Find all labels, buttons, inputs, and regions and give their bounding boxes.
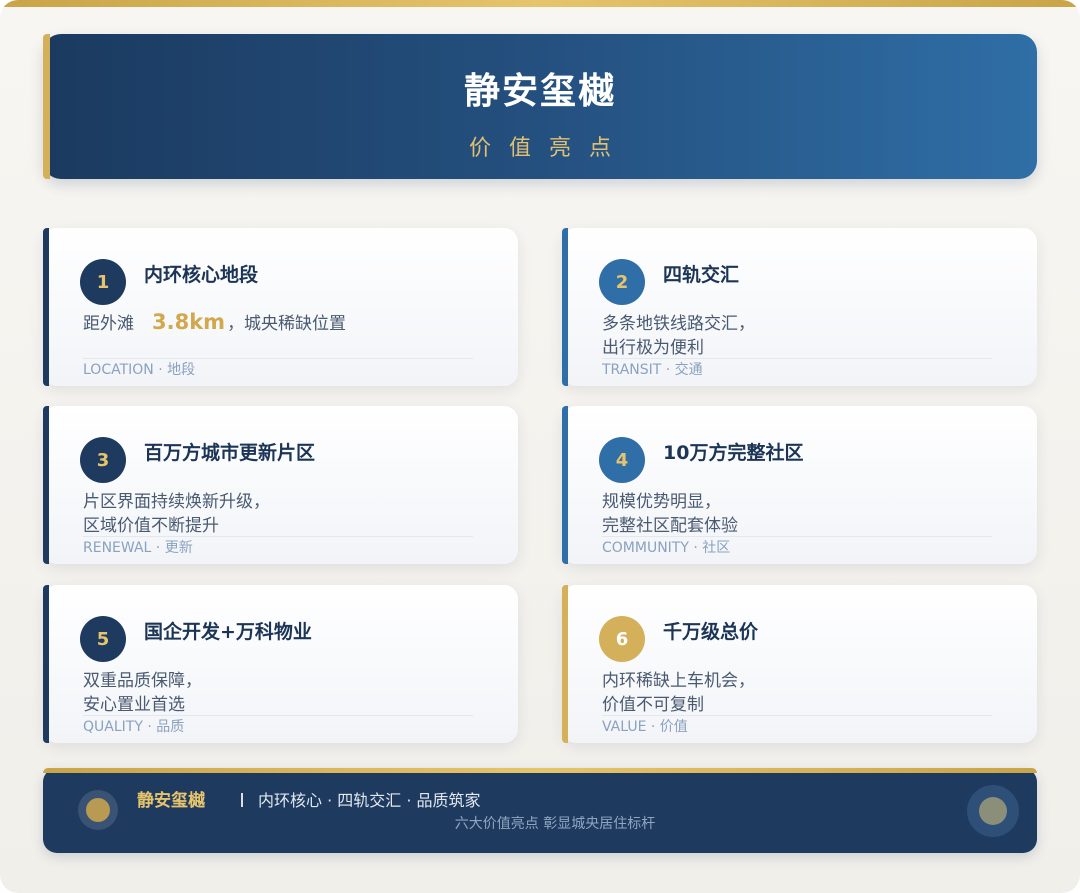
card-divider	[602, 358, 992, 359]
card-divider	[602, 536, 992, 537]
card-title: 10万方完整社区	[663, 442, 804, 464]
card-tag: COMMUNITY · 社区	[602, 540, 731, 556]
card-description: 多条地铁线路交汇， 出行极为便利	[602, 312, 1002, 360]
desc-line-2: 出行极为便利	[602, 338, 704, 358]
desc-line-2: 完整社区配套体验	[602, 516, 738, 536]
card-divider	[602, 715, 992, 716]
card-tag: QUALITY · 品质	[83, 719, 185, 735]
card-title: 百万方城市更新片区	[144, 442, 316, 464]
number-badge: 5	[80, 616, 126, 662]
desc-line-2: 安心置业首选	[83, 695, 185, 715]
desc-line-1: 内环稀缺上车机会，	[602, 671, 755, 691]
card-accent-bar	[43, 228, 49, 386]
footer-separator	[241, 793, 243, 807]
card-tag: LOCATION · 地段	[83, 362, 196, 378]
footer-gold-line	[43, 768, 1037, 773]
number-badge: 1	[80, 259, 126, 305]
card-tag: TRANSIT · 交通	[602, 362, 703, 378]
desc-line-1: 多条地铁线路交汇，	[602, 314, 755, 334]
footer-subtitle: 六大价值亮点 彰显城央居住标杆	[454, 816, 656, 832]
card-title: 四轨交汇	[663, 264, 740, 286]
right-dot-icon	[967, 785, 1019, 837]
number-badge: 6	[599, 616, 645, 662]
number-badge: 4	[599, 437, 645, 483]
footer-banner: 静安玺樾 内环核心 · 四轨交汇 · 品质筑家 六大价值亮点 彰显城央居住标杆	[43, 768, 1037, 853]
card-divider	[83, 715, 473, 716]
desc-line-1: 双重品质保障，	[83, 671, 202, 691]
card-tag: VALUE · 价值	[602, 719, 688, 735]
card-tag: RENEWAL · 更新	[83, 540, 193, 556]
card-accent-bar	[562, 228, 568, 386]
card-description: 距外滩 3.8km ，城央稀缺位置	[83, 310, 483, 336]
card-description: 规模优势明显， 完整社区配套体验	[602, 490, 1002, 538]
number-badge: 2	[599, 259, 645, 305]
card-title: 内环核心地段	[144, 264, 259, 286]
page-title: 静安玺樾	[463, 71, 616, 112]
card-location: 1 内环核心地段 距外滩 3.8km ，城央稀缺位置 LOCATION · 地段	[43, 228, 518, 386]
card-accent-bar	[43, 585, 49, 743]
card-transit: 2 四轨交汇 多条地铁线路交汇， 出行极为便利 TRANSIT · 交通	[562, 228, 1037, 386]
page: 静安玺樾 价值亮点 1 内环核心地段 距外滩 3.8km ，城央稀缺位置 LOCAT…	[0, 0, 1080, 893]
desc-suffix: ，城央稀缺位置	[227, 314, 347, 334]
page-subtitle: 价值亮点	[468, 136, 629, 161]
card-value: 6 千万级总价 内环稀缺上车机会， 价值不可复制 VALUE · 价值	[562, 585, 1037, 743]
desc-line-2: 区域价值不断提升	[83, 516, 219, 536]
card-title: 国企开发+万科物业	[144, 621, 312, 643]
header-banner: 静安玺樾 价值亮点	[43, 34, 1037, 179]
footer-slogan: 内环核心 · 四轨交汇 · 品质筑家	[258, 791, 481, 810]
footer-brand: 静安玺樾	[137, 791, 205, 811]
desc-prefix: 距外滩	[83, 314, 134, 334]
distance-highlight: 3.8km	[152, 310, 226, 334]
desc-line-1: 片区界面持续焕新升级，	[83, 492, 270, 512]
card-renewal: 3 百万方城市更新片区 片区界面持续焕新升级， 区域价值不断提升 RENEWAL…	[43, 406, 518, 564]
card-divider	[83, 358, 473, 359]
number-badge: 3	[80, 437, 126, 483]
card-accent-bar	[562, 585, 568, 743]
desc-line-2: 价值不可复制	[602, 695, 704, 715]
card-community: 4 10万方完整社区 规模优势明显， 完整社区配套体验 COMMUNITY · …	[562, 406, 1037, 564]
top-gold-bar	[0, 0, 1080, 7]
desc-line-1: 规模优势明显，	[602, 492, 721, 512]
card-quality: 5 国企开发+万科物业 双重品质保障， 安心置业首选 QUALITY · 品质	[43, 585, 518, 743]
card-title: 千万级总价	[663, 621, 759, 643]
card-divider	[83, 536, 473, 537]
card-description: 片区界面持续焕新升级， 区域价值不断提升	[83, 490, 483, 538]
card-description: 双重品质保障， 安心置业首选	[83, 669, 483, 717]
card-description: 内环稀缺上车机会， 价值不可复制	[602, 669, 1002, 717]
card-accent-bar	[43, 406, 49, 564]
card-accent-bar	[562, 406, 568, 564]
